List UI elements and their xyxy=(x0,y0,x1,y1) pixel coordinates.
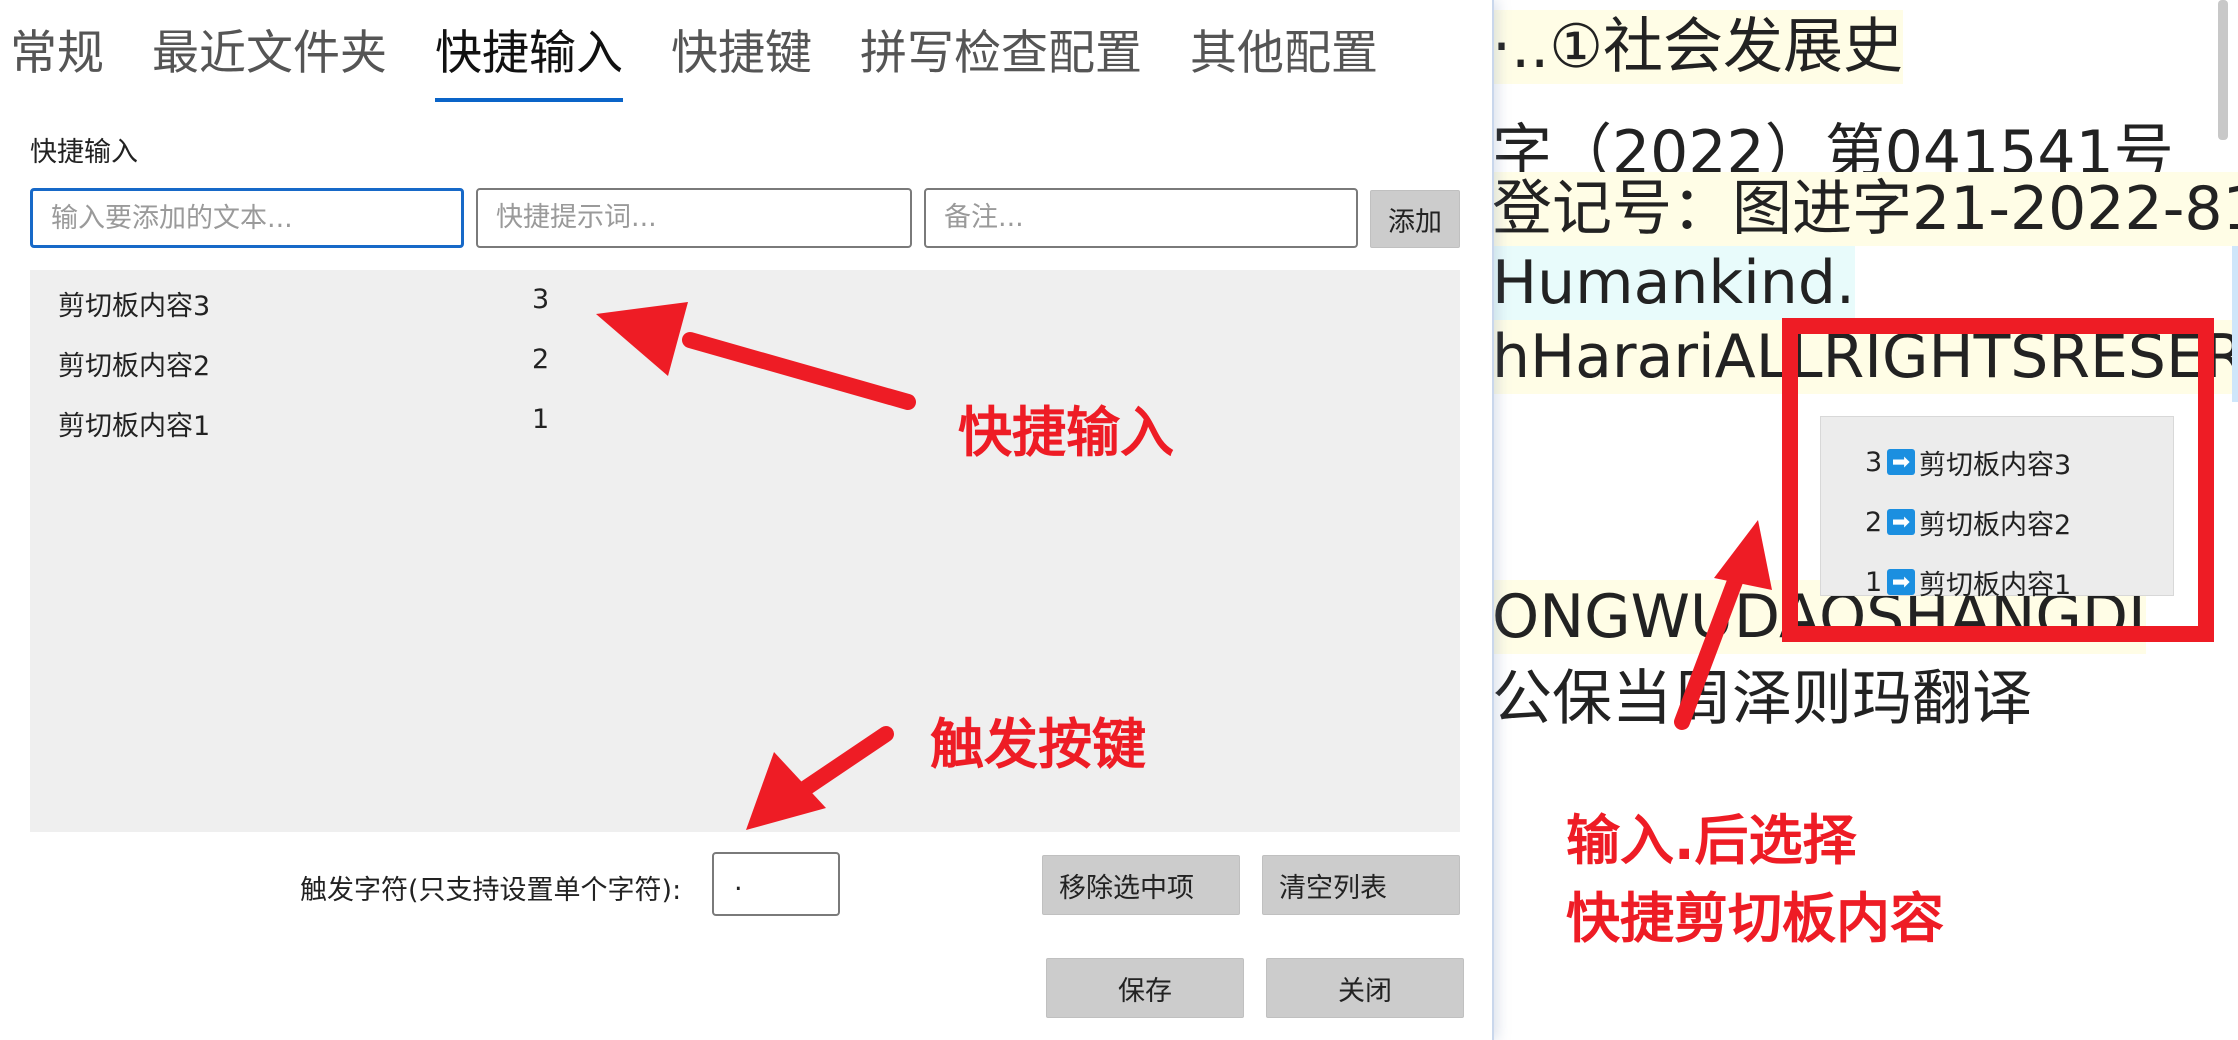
annotation-trigger-key: 触发按键 xyxy=(930,713,1146,776)
list-item-content: 剪切板内容2 xyxy=(58,351,211,382)
tab-bar: 常规 最近文件夹 快捷输入 快捷键 拼写检查配置 其他配置 xyxy=(10,22,1426,102)
list-item-content: 剪切板内容1 xyxy=(58,411,211,442)
list-item-content: 剪切板内容3 xyxy=(58,291,211,322)
remove-selected-button[interactable]: 移除选中项 xyxy=(1042,855,1240,915)
close-button[interactable]: 关闭 xyxy=(1266,958,1464,1018)
list-item-hint: 3 xyxy=(532,284,550,315)
list-item[interactable]: 剪切板内容2 2 xyxy=(30,330,1460,390)
annotation-quick-input: 快捷输入 xyxy=(958,401,1174,464)
text-input[interactable]: 输入要添加的文本... xyxy=(30,188,464,248)
quick-input-list[interactable]: 剪切板内容3 3 剪切板内容2 2 剪切板内容1 1 xyxy=(30,270,1460,832)
annotation-instruction-2: 快捷剪切板内容 xyxy=(1566,887,1944,950)
list-item-hint: 1 xyxy=(532,404,550,435)
tab-quick-input[interactable]: 快捷输入 xyxy=(435,22,623,102)
doc-line-3: 登记号：图进字21-2022-81号 xyxy=(1492,172,2238,246)
highlight-box xyxy=(1782,318,2214,642)
trigger-char-label: 触发字符(只支持设置单个字符): xyxy=(300,875,682,906)
annotation-instruction-1: 输入.后选择 xyxy=(1566,809,1857,872)
note-input[interactable]: 备注... xyxy=(924,188,1358,248)
trigger-char-input[interactable]: . xyxy=(712,852,840,916)
doc-line-1: ·..①社会发展史 xyxy=(1492,10,1904,84)
hint-input[interactable]: 快捷提示词... xyxy=(476,188,912,248)
settings-dialog: 常规 最近文件夹 快捷输入 快捷键 拼写检查配置 其他配置 快捷输入 输入要添加… xyxy=(0,0,1494,1040)
clear-list-button[interactable]: 清空列表 xyxy=(1262,855,1460,915)
list-item[interactable]: 剪切板内容3 3 xyxy=(30,270,1460,330)
tab-recent-folders[interactable]: 最近文件夹 xyxy=(152,22,387,102)
add-button[interactable]: 添加 xyxy=(1370,190,1460,248)
tab-other[interactable]: 其他配置 xyxy=(1190,22,1378,102)
section-title: 快捷输入 xyxy=(30,137,138,168)
document-scrollbar[interactable] xyxy=(2218,0,2228,140)
tab-shortcuts[interactable]: 快捷键 xyxy=(671,22,812,102)
list-item-hint: 2 xyxy=(532,344,550,375)
tab-spellcheck[interactable]: 拼写检查配置 xyxy=(860,22,1142,102)
list-item[interactable]: 剪切板内容1 1 xyxy=(30,390,1460,450)
tab-general[interactable]: 常规 xyxy=(10,22,104,102)
doc-line-4: Humankind. xyxy=(1492,246,1855,320)
save-button[interactable]: 保存 xyxy=(1046,958,1244,1018)
doc-line-7: 公保当周泽则玛翻译 xyxy=(1492,664,2032,734)
document-scroll-marker xyxy=(2232,246,2238,402)
